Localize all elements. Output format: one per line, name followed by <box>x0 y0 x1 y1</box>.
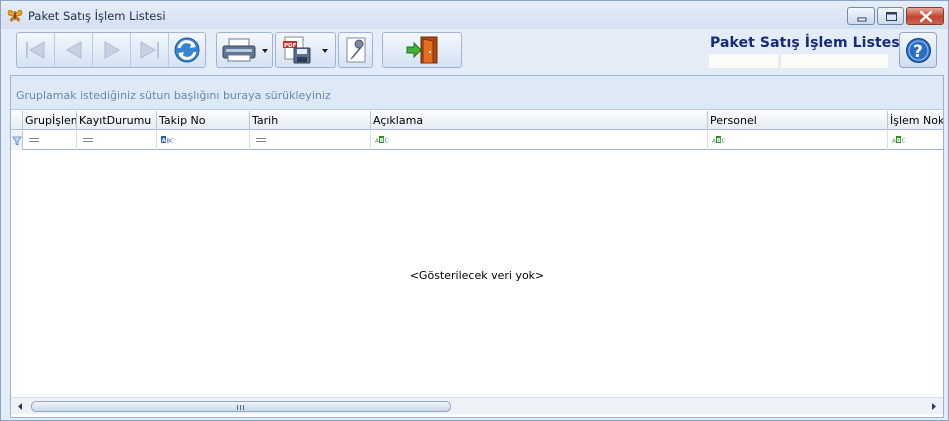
printer-icon <box>222 38 268 62</box>
wrench-icon <box>346 37 366 63</box>
next-record-button[interactable] <box>93 33 131 67</box>
export-pdf-button[interactable]: PDF <box>275 32 336 68</box>
equals-icon <box>256 138 266 142</box>
filter-icon[interactable] <box>11 131 23 150</box>
main-window: Paket Satış İşlem Listesi PDF Paket Satı… <box>0 0 949 421</box>
svg-text:C: C <box>902 139 906 145</box>
settings-button[interactable] <box>338 32 373 68</box>
pdf-save-icon: PDF <box>283 36 328 64</box>
previous-record-button[interactable] <box>55 33 93 67</box>
close-icon <box>919 10 933 23</box>
column-header-personel[interactable]: Personel <box>708 111 888 130</box>
group-by-panel[interactable]: Gruplamak istediğiniz sütun başlığını bu… <box>11 76 943 110</box>
filter-cell-takip-no[interactable]: A BC <box>157 131 250 150</box>
window-title: Paket Satış İşlem Listesi <box>28 9 166 23</box>
filter-cell-kayitdurumu[interactable] <box>77 131 157 150</box>
butterfly-icon <box>7 7 23 23</box>
first-icon <box>26 41 45 59</box>
brand-info-box <box>709 54 778 68</box>
equals-icon <box>29 138 39 142</box>
svg-text:B: B <box>380 138 384 144</box>
refresh-button[interactable] <box>169 33 206 67</box>
maximize-button[interactable] <box>877 7 904 25</box>
brand-title: Paket Satış İşlem Listesi <box>710 35 905 51</box>
text-filter-icon: ABC <box>375 136 389 145</box>
filter-cell-islem-noktasi[interactable]: ABC <box>888 131 943 150</box>
help-button[interactable]: ? <box>899 32 937 68</box>
auto-filter-row: A BC ABC ABC ABC <box>11 131 943 150</box>
text-filter-icon: ABC <box>892 136 906 145</box>
filter-cell-aciklama[interactable]: ABC <box>371 131 708 150</box>
filter-cell-personel[interactable]: ABC <box>708 131 888 150</box>
navigation-group <box>16 32 206 68</box>
filter-cell-tarih[interactable] <box>250 131 371 150</box>
column-header-islem-noktasi[interactable]: İşlem Noktası <box>888 111 943 130</box>
column-header-aciklama[interactable]: Açıklama <box>371 111 708 130</box>
previous-icon <box>65 41 82 59</box>
refresh-icon <box>174 37 200 63</box>
row-indicator-header <box>11 111 23 130</box>
exit-door-icon <box>406 36 438 64</box>
column-header-grupislemi[interactable]: Grupİşlemi <box>23 111 77 130</box>
data-grid: Gruplamak istediğiniz sütun başlığını bu… <box>10 75 944 418</box>
svg-text:A: A <box>712 139 716 145</box>
svg-text:B: B <box>897 138 901 144</box>
scrollbar-thumb[interactable] <box>31 401 451 412</box>
next-icon <box>104 41 121 59</box>
column-header-kayitdurumu[interactable]: KayıtDurumu <box>77 111 157 130</box>
svg-text:A: A <box>375 139 379 145</box>
text-filter-icon: ABC <box>161 136 175 145</box>
svg-text:BC: BC <box>167 139 175 145</box>
brand-info-box <box>781 54 888 68</box>
scroll-right-icon[interactable] <box>929 401 939 412</box>
group-panel-hint: Gruplamak istediğiniz sütun başlığını bu… <box>16 89 331 102</box>
filter-cell-grupislemi[interactable] <box>23 131 77 150</box>
horizontal-scrollbar[interactable] <box>11 397 943 414</box>
first-record-button[interactable] <box>17 33 55 67</box>
grip-icon <box>237 405 244 410</box>
svg-text:?: ? <box>913 42 923 62</box>
minimize-button[interactable] <box>847 7 875 25</box>
svg-text:C: C <box>385 139 389 145</box>
svg-text:A: A <box>892 139 896 145</box>
scroll-left-icon[interactable] <box>15 401 25 412</box>
column-header-row: Grupİşlemi KayıtDurumu Takip No Tarih Aç… <box>11 111 943 130</box>
text-filter-icon: ABC <box>712 136 726 145</box>
maximize-icon <box>886 12 897 21</box>
help-icon: ? <box>906 38 931 63</box>
last-icon <box>140 41 159 59</box>
equals-icon <box>83 138 93 142</box>
minimize-icon <box>857 17 867 22</box>
svg-text:C: C <box>722 139 726 145</box>
last-record-button[interactable] <box>131 33 169 67</box>
column-header-takip-no[interactable]: Takip No <box>157 111 250 130</box>
column-header-tarih[interactable]: Tarih <box>250 111 371 130</box>
no-data-message: <Gösterilecek veri yok> <box>409 269 545 282</box>
print-button[interactable] <box>216 32 273 68</box>
exit-button[interactable] <box>382 32 462 68</box>
svg-text:B: B <box>717 138 721 144</box>
title-bar[interactable]: Paket Satış İşlem Listesi <box>1 1 948 29</box>
close-button[interactable] <box>906 7 944 25</box>
